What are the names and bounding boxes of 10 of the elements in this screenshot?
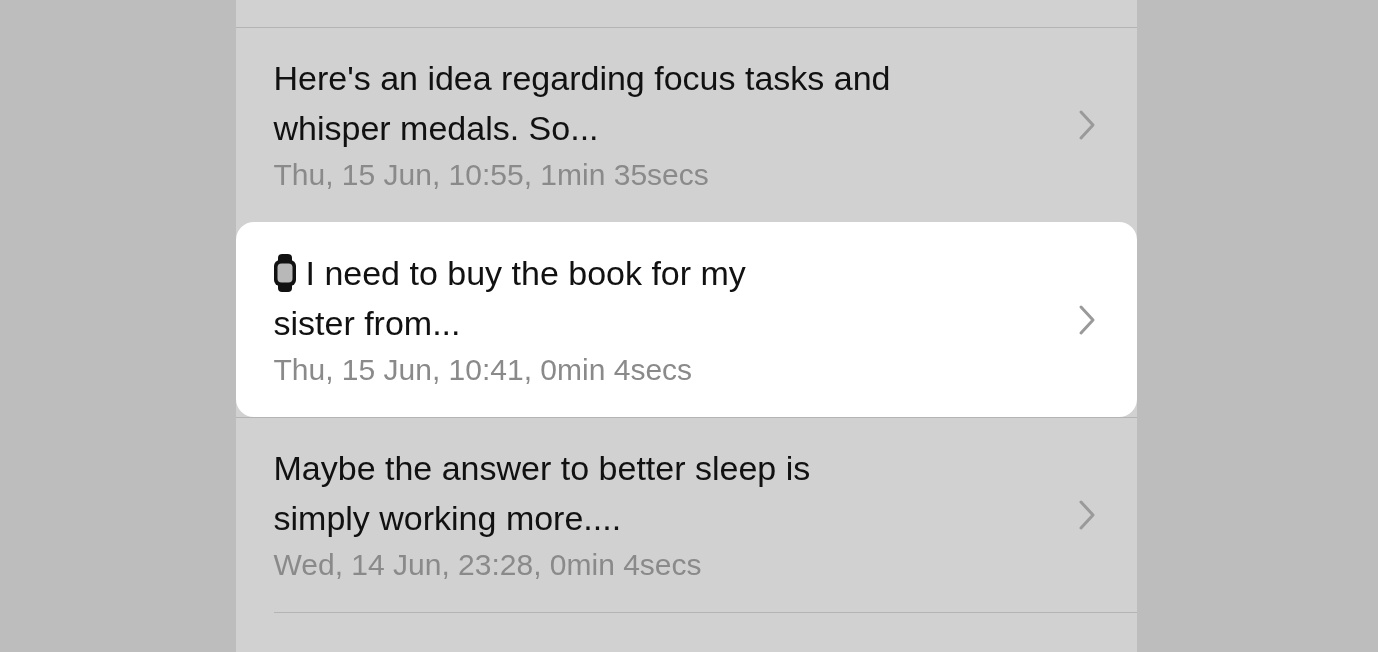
recording-title: I need to buy the book for my (305, 253, 746, 294)
recording-details: Thu, 15 Jun, 10:41, 0min 4secs (273, 352, 694, 388)
recording-title: sister from... (273, 303, 461, 344)
recording-details: Thu, 15 Jun, 10:55, 1min 35secs (273, 157, 710, 193)
recording-details: Wed, 14 Jun, 23:28, 0min 4secs (273, 547, 703, 583)
recording-title: Here's an idea regarding focus tasks and (273, 58, 891, 99)
recording-title: Maybe the answer to better sleep is (273, 448, 811, 489)
recording-row-selected[interactable]: I need to buy the book for my sister from... Thu, 15 Jun, 10:41, 0min 4secs (235, 222, 1137, 417)
recording-title: simply working more.... (273, 498, 622, 539)
recording-title: whisper medals. So... (273, 108, 599, 149)
